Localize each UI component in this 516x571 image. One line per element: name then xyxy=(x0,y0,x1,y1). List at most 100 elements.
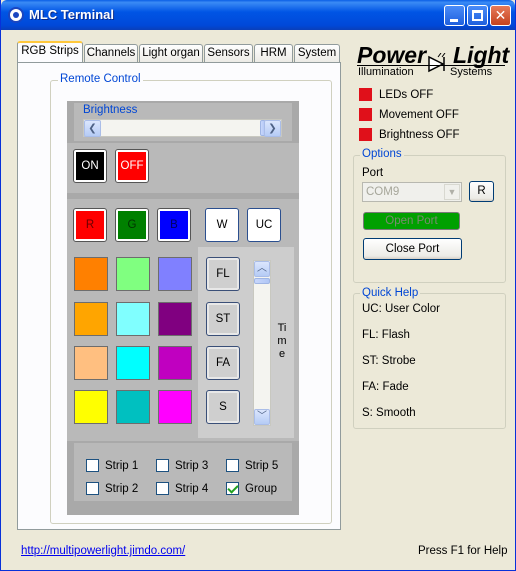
scroll-right-icon[interactable]: ❯ xyxy=(264,120,281,137)
power-light-logo: Power Light Illumination Systems xyxy=(357,42,509,80)
checkbox-box[interactable] xyxy=(86,459,99,472)
status-leds-text: LEDs OFF xyxy=(379,88,434,101)
user-color-button[interactable]: UC xyxy=(247,208,281,242)
options-label: Options xyxy=(360,148,404,160)
brightness-indicator-icon xyxy=(359,128,372,141)
color-swatch[interactable] xyxy=(158,390,192,424)
close-button[interactable]: ✕ xyxy=(490,5,511,26)
color-swatch[interactable] xyxy=(116,346,150,380)
red-button[interactable]: R xyxy=(73,208,107,242)
fade-button[interactable]: FA xyxy=(206,346,240,380)
window-title: MLC Terminal xyxy=(29,7,114,22)
color-swatch[interactable] xyxy=(158,346,192,380)
port-label: Port xyxy=(362,167,384,179)
chevron-down-icon[interactable]: ▼ xyxy=(444,184,460,200)
tab-channels[interactable]: Channels xyxy=(84,44,138,62)
brightness-label: Brightness xyxy=(83,104,138,116)
brightness-slider[interactable]: ❮ ❯ xyxy=(83,119,282,137)
red-button-label: R xyxy=(76,211,104,239)
status-leds: LEDs OFF xyxy=(359,88,433,101)
maximize-icon xyxy=(472,10,483,21)
on-button-label: ON xyxy=(76,152,104,180)
tab-rgb-strips[interactable]: RGB Strips xyxy=(17,41,83,62)
strip-1-label: Strip 1 xyxy=(105,459,139,472)
time-label: Time xyxy=(277,322,287,361)
strip-1-checkbox[interactable]: Strip 1 xyxy=(86,459,138,472)
green-button-label: G xyxy=(118,211,146,239)
website-link[interactable]: http://multipowerlight.jimdo.com/ xyxy=(21,545,185,557)
status-movement-text: Movement OFF xyxy=(379,108,459,121)
help-line-s: S: Smooth xyxy=(362,407,416,419)
color-swatch[interactable] xyxy=(74,346,108,380)
remote-control-label: Remote Control xyxy=(58,73,143,85)
tab-light-organ[interactable]: Light organ xyxy=(139,44,203,62)
strip-3-label: Strip 3 xyxy=(175,459,209,472)
scroll-down-icon[interactable]: ﹀ xyxy=(254,409,270,425)
time-slider[interactable]: ︿ ﹀ xyxy=(253,260,271,426)
help-line-fl: FL: Flash xyxy=(362,329,410,341)
checkbox-box[interactable] xyxy=(86,482,99,495)
color-swatch[interactable] xyxy=(74,302,108,336)
port-select[interactable]: COM9 ▼ xyxy=(362,182,462,202)
tab-sensors[interactable]: Sensors xyxy=(204,44,253,62)
green-button[interactable]: G xyxy=(115,208,149,242)
checkbox-box[interactable] xyxy=(226,459,239,472)
help-hint: Press F1 for Help xyxy=(418,545,508,557)
open-port-button[interactable]: Open Port xyxy=(363,212,460,230)
color-swatch[interactable] xyxy=(158,302,192,336)
maximize-button[interactable] xyxy=(467,5,488,26)
strip-5-checkbox[interactable]: Strip 5 xyxy=(226,459,278,472)
group-checkbox[interactable]: Group xyxy=(226,482,277,495)
time-label-text: Time xyxy=(277,322,287,360)
time-thumb[interactable] xyxy=(254,278,270,284)
minimize-icon xyxy=(450,19,458,22)
refresh-ports-button[interactable]: R xyxy=(469,181,494,202)
minimize-button[interactable] xyxy=(444,5,465,26)
strobe-button[interactable]: ST xyxy=(206,302,240,336)
strip-4-checkbox[interactable]: Strip 4 xyxy=(156,482,208,495)
port-value: COM9 xyxy=(366,186,400,198)
strip-5-label: Strip 5 xyxy=(245,459,279,472)
color-swatch[interactable] xyxy=(74,390,108,424)
strip-3-checkbox[interactable]: Strip 3 xyxy=(156,459,208,472)
help-line-uc: UC: User Color xyxy=(362,303,440,315)
close-port-button[interactable]: Close Port xyxy=(363,238,462,260)
help-line-st: ST: Strobe xyxy=(362,355,416,367)
title-bar[interactable]: MLC Terminal ✕ xyxy=(1,0,515,30)
status-brightness: Brightness OFF xyxy=(359,128,460,141)
scroll-left-icon[interactable]: ❮ xyxy=(84,120,101,137)
on-button[interactable]: ON xyxy=(73,149,107,183)
color-swatch[interactable] xyxy=(158,257,192,291)
quick-help-label: Quick Help xyxy=(360,287,421,299)
flash-button[interactable]: FL xyxy=(206,257,240,291)
white-button[interactable]: W xyxy=(205,208,239,242)
off-button[interactable]: OFF xyxy=(115,149,149,183)
color-swatch[interactable] xyxy=(116,390,150,424)
logo-illumination: Illumination xyxy=(358,66,414,78)
status-brightness-text: Brightness OFF xyxy=(379,128,460,141)
color-swatch[interactable] xyxy=(116,302,150,336)
checkbox-box[interactable] xyxy=(156,459,169,472)
color-swatch[interactable] xyxy=(74,257,108,291)
off-button-label: OFF xyxy=(118,152,146,180)
color-swatch[interactable] xyxy=(116,257,150,291)
strip-2-label: Strip 2 xyxy=(105,482,139,495)
status-movement: Movement OFF xyxy=(359,108,459,121)
close-icon: ✕ xyxy=(494,7,507,23)
strip-4-label: Strip 4 xyxy=(175,482,209,495)
smooth-button[interactable]: S xyxy=(206,390,240,424)
blue-button-label: B xyxy=(160,211,188,239)
diode-icon xyxy=(428,53,446,73)
checkbox-box[interactable] xyxy=(156,482,169,495)
led-indicator-icon xyxy=(359,88,372,101)
checkbox-box-checked[interactable] xyxy=(226,482,239,495)
blue-button[interactable]: B xyxy=(157,208,191,242)
app-icon xyxy=(8,7,24,23)
logo-systems: Systems xyxy=(450,66,493,78)
scroll-up-icon[interactable]: ︿ xyxy=(254,261,270,277)
group-label: Group xyxy=(245,482,277,495)
help-line-fa: FA: Fade xyxy=(362,381,409,393)
tab-system[interactable]: System xyxy=(294,44,340,62)
strip-2-checkbox[interactable]: Strip 2 xyxy=(86,482,138,495)
tab-hrm[interactable]: HRM xyxy=(254,44,293,62)
